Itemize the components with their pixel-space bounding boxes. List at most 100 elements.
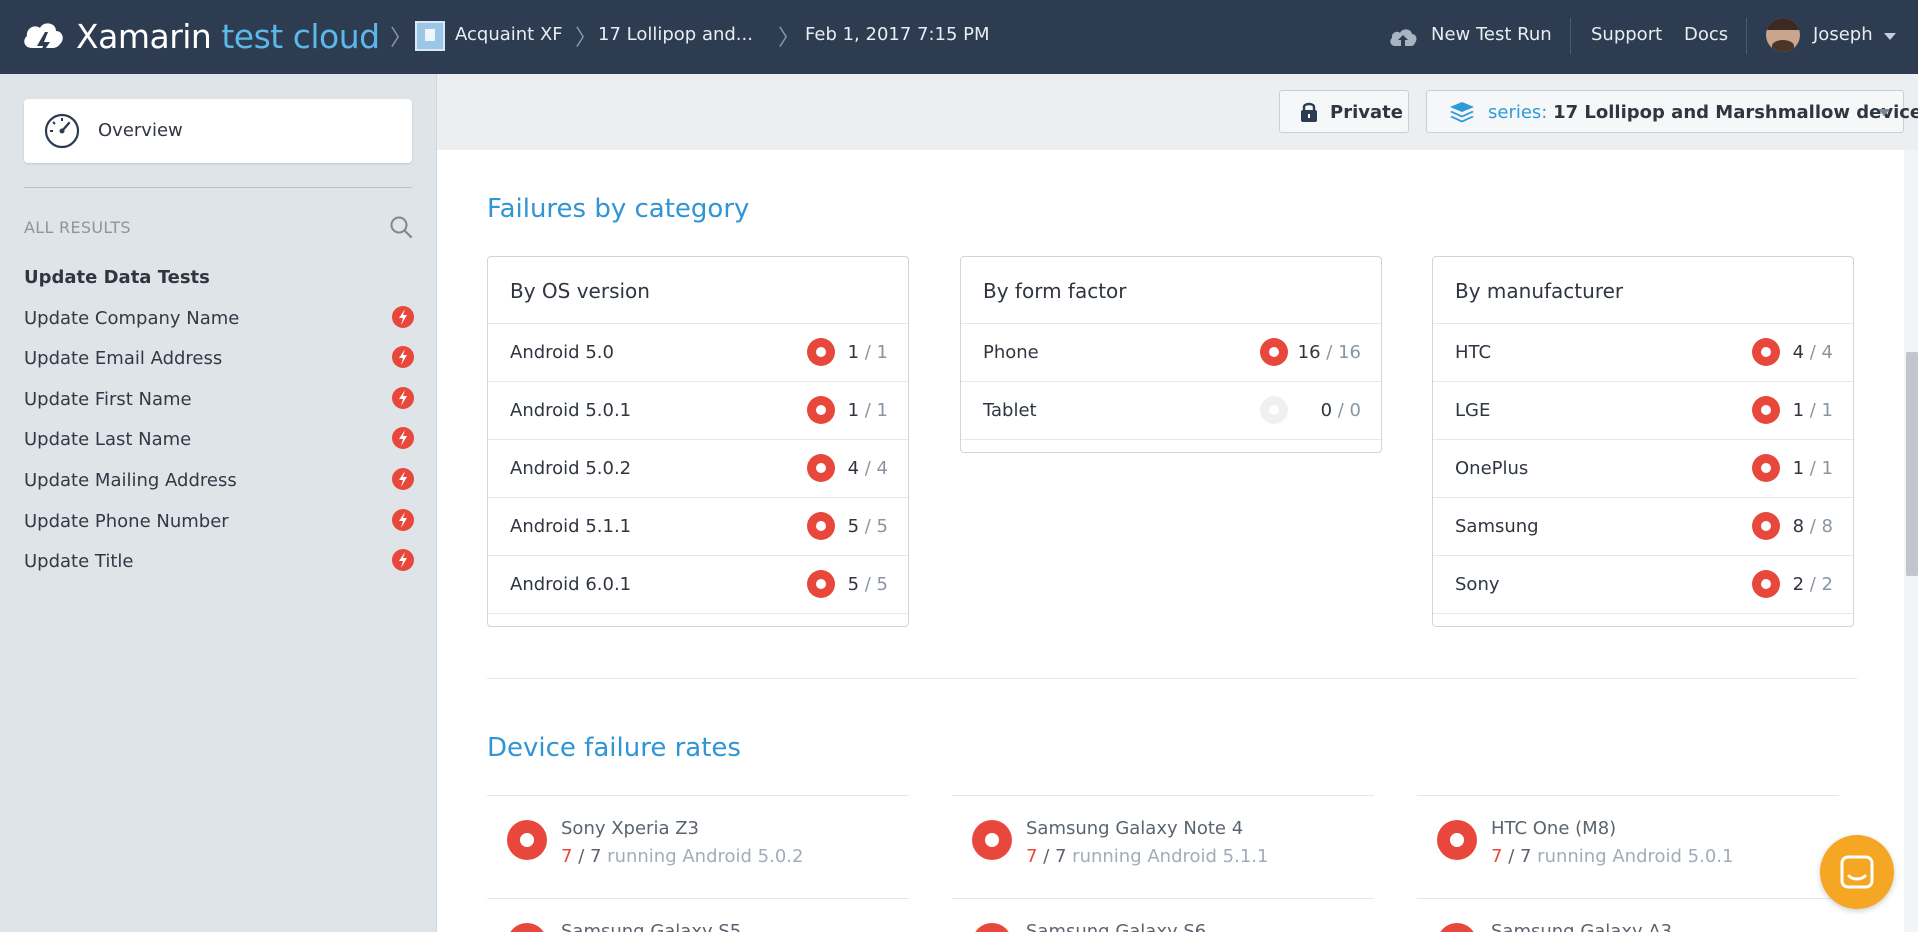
device-item[interactable]: Samsung Galaxy S6 bbox=[952, 898, 1374, 932]
failure-status-icon bbox=[807, 396, 835, 424]
device-os: running Android 5.0.2 bbox=[607, 846, 804, 867]
failure-status-icon bbox=[1260, 338, 1288, 366]
row-label: Android 5.0.1 bbox=[510, 400, 632, 421]
test-label: Update Last Name bbox=[24, 429, 192, 450]
breadcrumb-separator: 〉 bbox=[778, 26, 801, 51]
failed-count: 0 bbox=[1320, 400, 1333, 421]
search-icon[interactable] bbox=[389, 215, 413, 239]
nav-divider bbox=[1746, 18, 1747, 54]
device-item[interactable]: Sony Xperia Z3 7 / 7 running Android 5.0… bbox=[487, 795, 909, 899]
lock-icon bbox=[1301, 102, 1317, 122]
total-count: / 16 bbox=[1326, 342, 1361, 363]
category-row[interactable]: OnePlus 1 / 1 bbox=[1433, 440, 1853, 498]
breadcrumb-app[interactable]: Acquaint XF bbox=[455, 24, 563, 45]
row-label: Sony bbox=[1455, 574, 1500, 595]
failure-status-icon bbox=[807, 512, 835, 540]
sidebar-test-item[interactable]: Update Company Name bbox=[24, 306, 414, 336]
failed-count: 4 bbox=[1792, 342, 1805, 363]
failed-lightning-icon bbox=[392, 346, 414, 368]
category-row[interactable]: Android 5.1.1 5 / 5 bbox=[488, 498, 908, 556]
failed-lightning-icon bbox=[392, 468, 414, 490]
device-name: Samsung Galaxy S6 bbox=[1026, 921, 1207, 932]
device-name: Samsung Galaxy S5 bbox=[561, 921, 742, 932]
category-row[interactable]: Samsung 8 / 8 bbox=[1433, 498, 1853, 556]
device-item[interactable]: Samsung Galaxy A3 bbox=[1417, 898, 1839, 932]
sidebar-test-item[interactable]: Update Last Name bbox=[24, 427, 414, 457]
docs-link[interactable]: Docs bbox=[1684, 24, 1728, 45]
test-label: Update Email Address bbox=[24, 348, 223, 369]
logo-word-test-cloud: test cloud bbox=[221, 17, 380, 56]
total-count: / 1 bbox=[1809, 458, 1833, 479]
failed-lightning-icon bbox=[392, 387, 414, 409]
failure-status-icon bbox=[1752, 396, 1780, 424]
sidebar-test-item[interactable]: Update Phone Number bbox=[24, 509, 414, 539]
category-row[interactable]: Android 5.0 1 / 1 bbox=[488, 324, 908, 382]
sidebar-test-item[interactable]: Update Mailing Address bbox=[24, 468, 414, 498]
category-row[interactable]: Android 5.0.1 1 / 1 bbox=[488, 382, 908, 440]
failure-status-icon bbox=[507, 923, 547, 932]
sidebar-test-item[interactable]: Update Title bbox=[24, 549, 414, 579]
failure-status-icon bbox=[1752, 570, 1780, 598]
sidebar-test-item[interactable]: Update First Name bbox=[24, 387, 414, 417]
user-avatar[interactable] bbox=[1766, 18, 1800, 52]
category-row[interactable]: Tablet 0 / 0 bbox=[961, 382, 1381, 440]
row-label: Android 6.0.1 bbox=[510, 574, 632, 595]
failed-count: 16 bbox=[1297, 342, 1321, 363]
failure-status-icon bbox=[807, 454, 835, 482]
test-group-title[interactable]: Update Data Tests bbox=[24, 267, 210, 288]
category-row[interactable]: LGE 1 / 1 bbox=[1433, 382, 1853, 440]
breadcrumb-series[interactable]: 17 Lollipop and... bbox=[598, 24, 753, 45]
chevron-down-icon[interactable] bbox=[1884, 33, 1896, 40]
failed-count: 7 bbox=[1491, 846, 1503, 867]
support-link[interactable]: Support bbox=[1591, 24, 1662, 45]
app-icon bbox=[415, 21, 445, 51]
test-label: Update Title bbox=[24, 551, 134, 572]
total-count: / 7 bbox=[578, 846, 602, 867]
failed-count: 8 bbox=[1792, 516, 1805, 537]
overview-button[interactable]: Overview bbox=[24, 99, 412, 163]
total-count: / 5 bbox=[864, 516, 888, 537]
device-name: Samsung Galaxy Note 4 bbox=[1026, 818, 1244, 839]
failure-status-icon bbox=[1437, 923, 1477, 932]
failed-count: 5 bbox=[847, 574, 860, 595]
total-count: / 0 bbox=[1337, 400, 1361, 421]
logo-word-xamarin: Xamarin bbox=[76, 17, 212, 56]
total-count: / 1 bbox=[1809, 400, 1833, 421]
card-title: By manufacturer bbox=[1433, 257, 1853, 324]
test-label: Update Company Name bbox=[24, 308, 240, 329]
overview-label: Overview bbox=[98, 120, 183, 141]
new-test-run-link[interactable]: New Test Run bbox=[1431, 24, 1552, 45]
private-button[interactable]: Private bbox=[1279, 90, 1409, 133]
failure-status-icon bbox=[1752, 454, 1780, 482]
test-label: Update Phone Number bbox=[24, 511, 229, 532]
total-count: / 1 bbox=[864, 400, 888, 421]
category-row[interactable]: HTC 4 / 4 bbox=[1433, 324, 1853, 382]
sidebar-test-item[interactable]: Update Email Address bbox=[24, 346, 414, 376]
device-item[interactable]: Samsung Galaxy Note 4 7 / 7 running Andr… bbox=[952, 795, 1374, 899]
top-navigation-bar: Xamarin test cloud 〉 Acquaint XF 〉 17 Lo… bbox=[0, 0, 1918, 74]
row-label: Samsung bbox=[1455, 516, 1539, 537]
sidebar: Overview ALL RESULTS Update Data Tests U… bbox=[0, 74, 437, 932]
xamarin-logo[interactable]: Xamarin test cloud bbox=[20, 14, 380, 60]
breadcrumb-run-date[interactable]: Feb 1, 2017 7:15 PM bbox=[805, 24, 990, 45]
failed-lightning-icon bbox=[392, 427, 414, 449]
form-factor-card: By form factor Phone 16 / 16 Tablet 0 / … bbox=[960, 256, 1382, 453]
series-value: 17 Lollipop and Marshmallow devices bbox=[1553, 102, 1918, 123]
scrollbar-thumb[interactable] bbox=[1906, 352, 1918, 576]
series-key: series: bbox=[1488, 102, 1548, 123]
row-label: Tablet bbox=[983, 400, 1037, 421]
device-name: Sony Xperia Z3 bbox=[561, 818, 699, 839]
device-name: HTC One (M8) bbox=[1491, 818, 1617, 839]
series-selector[interactable]: series: 17 Lollipop and Marshmallow devi… bbox=[1426, 90, 1918, 133]
failed-count: 1 bbox=[847, 342, 860, 363]
chat-launcher-button[interactable] bbox=[1820, 835, 1894, 909]
category-row[interactable]: Sony 2 / 2 bbox=[1433, 556, 1853, 614]
device-item[interactable]: HTC One (M8) 7 / 7 running Android 5.0.1 bbox=[1417, 795, 1839, 899]
category-row[interactable]: Phone 16 / 16 bbox=[961, 324, 1381, 382]
category-row[interactable]: Android 5.0.2 4 / 4 bbox=[488, 440, 908, 498]
section-divider bbox=[487, 678, 1857, 679]
user-name[interactable]: Joseph bbox=[1813, 24, 1873, 45]
device-item[interactable]: Samsung Galaxy S5 bbox=[487, 898, 909, 932]
failed-count: 1 bbox=[1792, 458, 1805, 479]
category-row[interactable]: Android 6.0.1 5 / 5 bbox=[488, 556, 908, 614]
